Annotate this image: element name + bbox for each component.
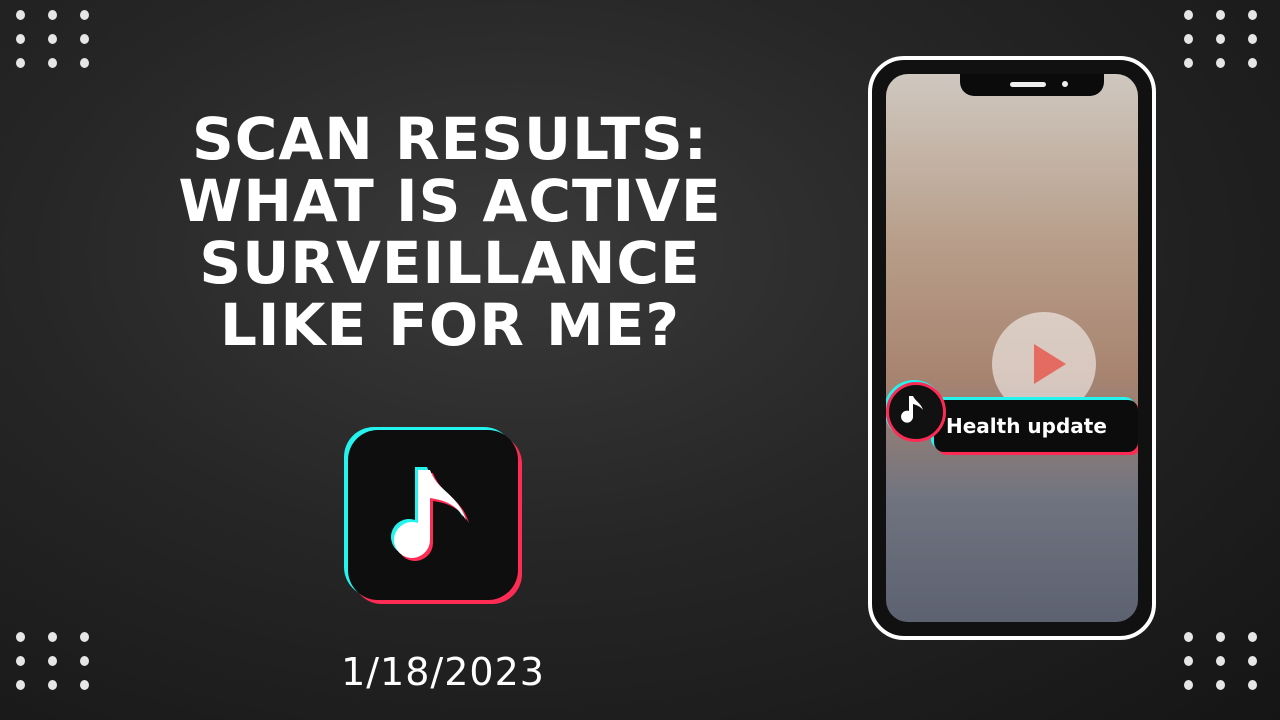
- decorative-dots-top-left: [16, 10, 92, 68]
- headline-line-3: SURVEILLANCE: [199, 229, 701, 297]
- headline-line-1: SCAN RESULTS:: [192, 105, 708, 173]
- date-label: 1/18/2023: [341, 650, 545, 694]
- camera-icon: [1062, 81, 1068, 87]
- caption-text: Health update: [946, 414, 1107, 438]
- video-preview[interactable]: Health update: [886, 74, 1138, 622]
- caption-tag: Health update: [934, 400, 1138, 452]
- decorative-dots-bottom-left: [16, 632, 92, 690]
- tiktok-logo-icon: [391, 467, 469, 561]
- headline: SCAN RESULTS: WHAT IS ACTIVE SURVEILLANC…: [110, 108, 790, 356]
- phone-notch: [960, 74, 1104, 96]
- tiktok-logo-icon: [901, 396, 923, 423]
- headline-line-2: WHAT IS ACTIVE: [178, 167, 722, 235]
- decorative-dots-bottom-right: [1184, 632, 1260, 690]
- headline-line-4: LIKE FOR ME?: [219, 291, 681, 359]
- decorative-dots-top-right: [1184, 10, 1260, 68]
- play-icon: [1034, 344, 1066, 384]
- speaker-icon: [1010, 82, 1046, 87]
- caption-logo: [886, 382, 946, 442]
- tiktok-app-icon[interactable]: [348, 430, 518, 600]
- phone-mockup: Health update: [868, 56, 1156, 640]
